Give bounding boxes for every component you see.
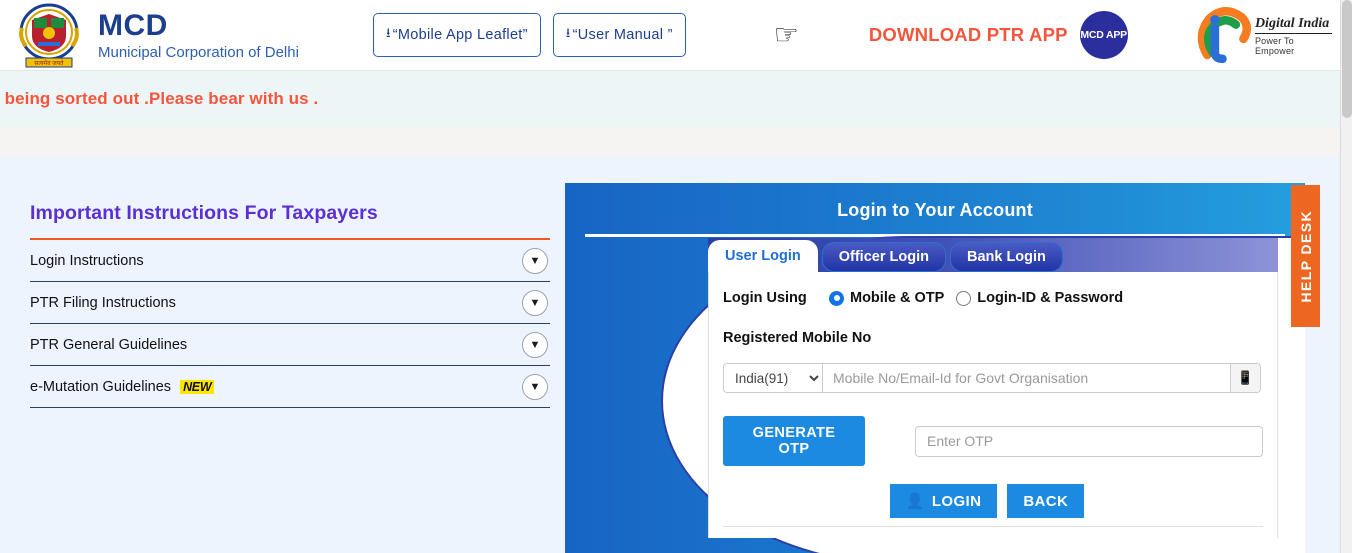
instructions-accordion: Login Instructions ▼ PTR Filing Instruct…: [30, 240, 550, 408]
brand: सत्यमेव जयते MCD Municipal Corporation o…: [14, 2, 299, 68]
mobile-input-group: India(91) 📱: [723, 363, 1261, 393]
login-card: User Login Officer Login Bank Login Logi…: [708, 238, 1278, 538]
user-manual-button[interactable]: ⭳ “User Manual ”: [552, 13, 686, 57]
accordion-item-login-instructions[interactable]: Login Instructions ▼: [30, 240, 550, 282]
new-badge: NEW: [180, 379, 215, 394]
help-desk-label: HELP DESK: [1297, 209, 1314, 303]
chevron-down-icon[interactable]: ▼: [522, 247, 548, 274]
accordion-label: Login Instructions: [30, 252, 144, 269]
digital-india-name: Digital India: [1254, 16, 1332, 34]
download-ptr-app-label: DOWNLOAD PTR APP: [868, 24, 1068, 45]
otp-input[interactable]: [915, 425, 1263, 457]
pointing-hand-icon: ☞: [773, 19, 799, 50]
page-scrollbar[interactable]: [1340, 0, 1352, 553]
back-button-label: BACK: [1023, 492, 1069, 510]
radio-mobile-otp[interactable]: Mobile & OTP: [829, 290, 944, 306]
brand-subtitle: Municipal Corporation of Delhi: [98, 43, 299, 61]
tab-user-login[interactable]: User Login: [708, 240, 818, 272]
download-icon: ⭳: [565, 25, 571, 40]
download-icon: ⭳: [385, 25, 391, 40]
digital-india-logo: Digital India Power To Empower: [1194, 4, 1332, 68]
accordion-item-e-mutation-guidelines[interactable]: e-Mutation Guidelines NEW ▼: [30, 366, 550, 408]
chevron-down-icon[interactable]: ▼: [522, 331, 548, 358]
svg-text:सत्यमेव जयते: सत्यमेव जयते: [34, 59, 64, 67]
download-ptr-app-group[interactable]: ☞ DOWNLOAD PTR APP MCD APP: [774, 11, 1128, 59]
radio-mobile-otp-label: Mobile & OTP: [850, 290, 945, 306]
country-code-select[interactable]: India(91): [723, 363, 823, 393]
instructions-title: Important Instructions For Taxpayers: [30, 202, 378, 224]
login-using-label: Login Using: [723, 290, 807, 306]
login-form: Login Using Mobile & OTP Login-ID & Pass…: [708, 272, 1278, 538]
form-bottom-divider: [723, 526, 1263, 527]
login-button-label: LOGIN: [931, 492, 982, 510]
mobile-input[interactable]: [823, 363, 1231, 393]
accordion-item-ptr-filing-instructions[interactable]: PTR Filing Instructions ▼: [30, 282, 550, 324]
accordion-label: e-Mutation Guidelines: [30, 378, 172, 395]
mobile-app-leaflet-label: “Mobile App Leaflet”: [392, 27, 528, 43]
grey-separator-band: [0, 127, 1340, 156]
accordion-label: PTR General Guidelines: [30, 336, 188, 353]
generate-otp-button[interactable]: GENERATE OTP: [723, 416, 866, 466]
header-download-buttons: ⭳ “Mobile App Leaflet” ⭳ “User Manual ”: [372, 13, 686, 57]
mobile-phone-icon[interactable]: 📱: [1231, 363, 1261, 393]
otp-row: GENERATE OTP: [723, 416, 1263, 466]
user-manual-label: “User Manual ”: [572, 27, 673, 43]
login-button[interactable]: 👤 LOGIN: [889, 484, 998, 518]
digital-india-swirl-icon: [1197, 7, 1252, 64]
user-icon: 👤: [905, 493, 925, 510]
marquee-text: n note of and is in the process of being…: [0, 89, 319, 108]
site-header: सत्यमेव जयते MCD Municipal Corporation o…: [0, 0, 1340, 71]
accordion-label: PTR Filing Instructions: [30, 294, 176, 311]
mcd-app-badge-icon[interactable]: MCD APP: [1079, 11, 1128, 59]
tab-officer-login[interactable]: Officer Login: [821, 242, 946, 272]
tab-label: Officer Login: [838, 249, 929, 265]
brand-title: MCD: [98, 8, 168, 42]
digital-india-tagline: Power To Empower: [1254, 36, 1295, 56]
radio-selected-icon[interactable]: [829, 290, 844, 306]
instructions-panel: Important Instructions For Taxpayers Log…: [0, 156, 565, 553]
login-using-row: Login Using Mobile & OTP Login-ID & Pass…: [723, 290, 1263, 306]
announcement-marquee: n note of and is in the process of being…: [0, 71, 1340, 127]
mobile-app-leaflet-button[interactable]: ⭳ “Mobile App Leaflet”: [372, 13, 541, 57]
radio-unselected-icon[interactable]: [956, 290, 972, 306]
radio-loginid-password-label: Login-ID & Password: [977, 290, 1124, 306]
login-panel: Login to Your Account User Login Officer…: [565, 183, 1305, 553]
login-panel-heading: Login to Your Account: [837, 200, 1033, 220]
tab-bank-login[interactable]: Bank Login: [949, 242, 1063, 272]
chevron-down-icon[interactable]: ▼: [522, 289, 548, 316]
help-desk-tab[interactable]: HELP DESK: [1291, 185, 1320, 327]
chevron-down-icon[interactable]: ▼: [522, 373, 548, 400]
accordion-item-ptr-general-guidelines[interactable]: PTR General Guidelines ▼: [30, 324, 550, 366]
registered-mobile-label: Registered Mobile No: [723, 330, 872, 346]
tab-label: Bank Login: [966, 249, 1046, 265]
tab-label: User Login: [725, 248, 801, 264]
login-tabs: User Login Officer Login Bank Login: [708, 238, 1278, 272]
login-actions: 👤 LOGIN BACK: [723, 484, 1263, 518]
back-button[interactable]: BACK: [1007, 484, 1085, 518]
scrollbar-thumb[interactable]: [1342, 0, 1352, 118]
mcd-emblem-icon: सत्यमेव जयते: [14, 2, 84, 68]
radio-loginid-password[interactable]: Login-ID & Password: [956, 290, 1123, 306]
